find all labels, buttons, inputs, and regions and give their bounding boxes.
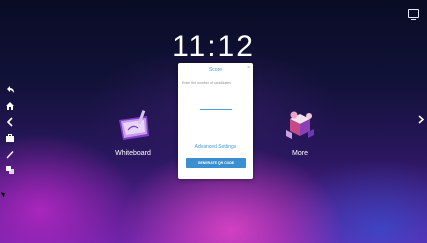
window-icon[interactable] — [408, 9, 419, 20]
home-icon[interactable] — [4, 100, 16, 112]
side-toolbar — [4, 84, 16, 176]
more-apps-icon — [280, 106, 320, 146]
close-icon[interactable]: × — [247, 65, 250, 71]
chevron-right-icon[interactable] — [418, 115, 425, 127]
chevron-left-icon[interactable] — [4, 116, 16, 128]
mouse-cursor — [0, 190, 7, 198]
back-icon[interactable] — [4, 84, 16, 96]
generate-qr-code-button[interactable]: GENERATE QR CODE — [186, 158, 246, 168]
whiteboard-icon — [113, 106, 153, 146]
candidates-input[interactable] — [200, 105, 232, 110]
app-label: Whiteboard — [115, 150, 151, 157]
briefcase-icon[interactable] — [4, 132, 16, 144]
app-whiteboard[interactable]: Whiteboard — [103, 106, 163, 157]
windows-icon[interactable] — [4, 164, 16, 176]
app-more[interactable]: More — [270, 106, 330, 157]
advanced-settings-link[interactable]: Advanced Settings — [178, 144, 253, 150]
dialog-title: Score — [208, 67, 223, 73]
desktop: 11:12 Whiteboard More Score × Enter the … — [0, 0, 427, 243]
app-label: More — [292, 150, 308, 157]
candidates-prompt: Enter the number of candidates — [182, 81, 231, 85]
clock: 11:12 — [172, 30, 255, 63]
pen-icon[interactable] — [4, 148, 16, 160]
score-dialog: Score × Enter the number of candidates A… — [178, 63, 253, 179]
